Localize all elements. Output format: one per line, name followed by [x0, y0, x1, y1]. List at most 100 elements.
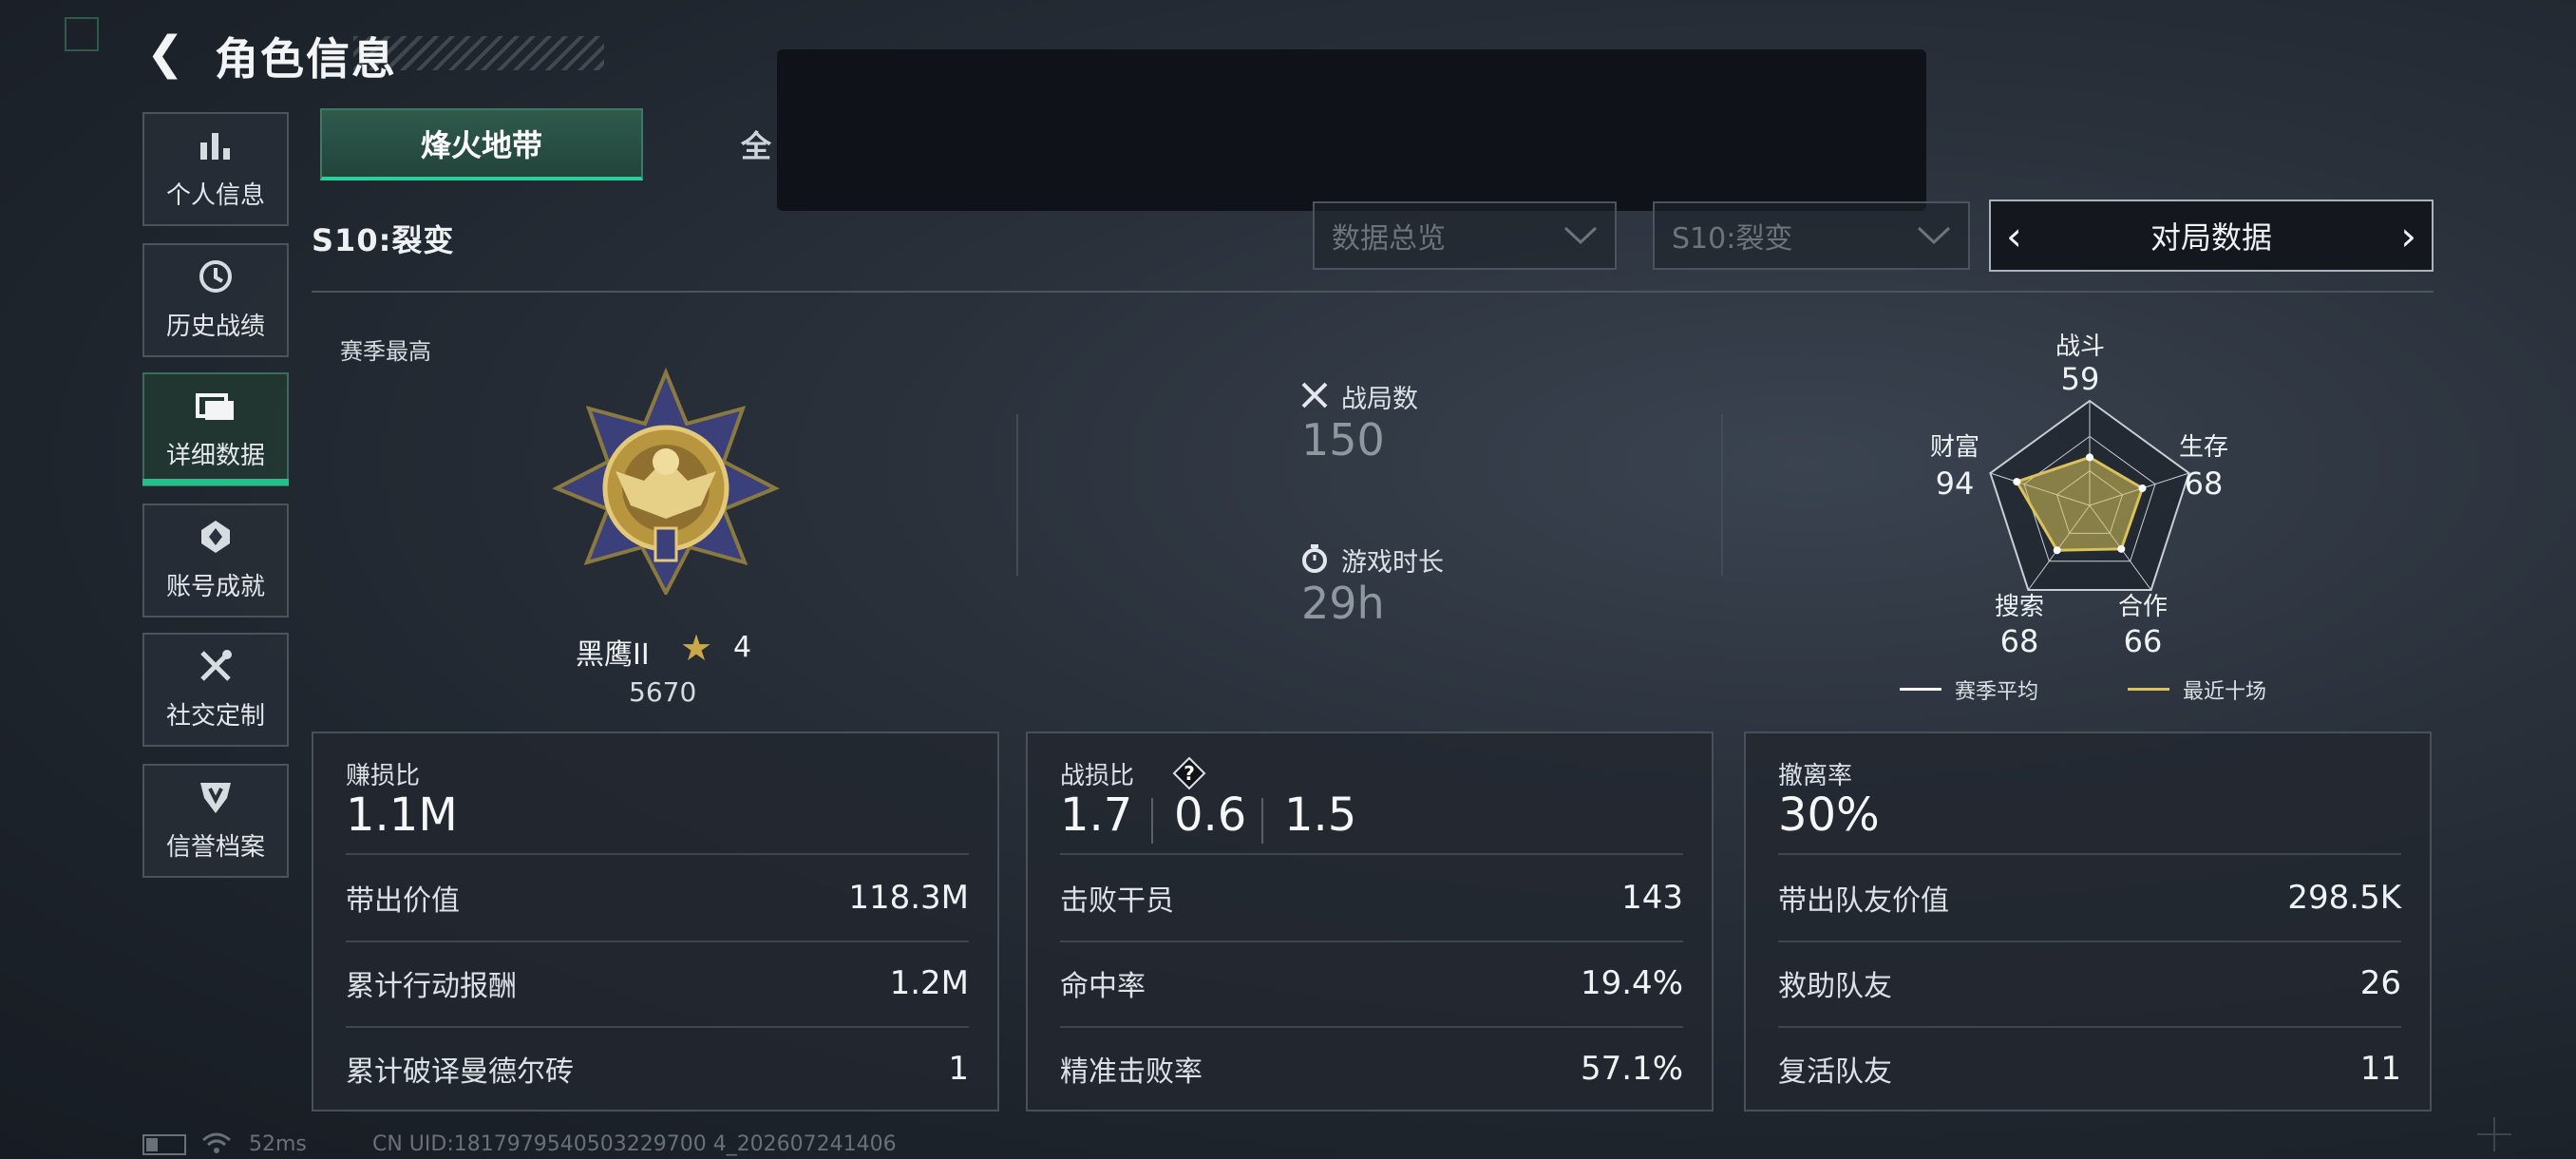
bar-chart-icon — [195, 128, 237, 162]
mode-selector[interactable]: ‹ 对局数据 › — [1989, 200, 2434, 272]
playtime-value: 29h — [1301, 578, 1385, 629]
season-best-label: 赛季最高 — [340, 338, 431, 365]
data-type-dropdown[interactable]: 数据总览 — [1313, 201, 1617, 270]
chevron-right-icon[interactable]: › — [2400, 213, 2416, 259]
sidebar-item-achievements[interactable]: 账号成就 — [142, 504, 289, 618]
chevron-left-icon[interactable]: ‹ — [2006, 213, 2022, 259]
tab-label: 烽火地带 — [420, 127, 542, 163]
radar-value-survival: 68 — [2184, 466, 2224, 502]
sidebar-item-label: 账号成就 — [165, 572, 265, 601]
player-uid: CN UID:1817979540503229700 4_20260724140… — [372, 1132, 897, 1156]
sidebar-item-credit[interactable]: 信誉档案 — [142, 764, 289, 878]
sidebar-item-label: 详细数据 — [165, 441, 265, 470]
row-label: 精准击败率 — [1060, 1055, 1203, 1089]
card-row: 累计行动报酬 1.2M — [346, 940, 969, 1026]
shield-icon — [195, 780, 237, 814]
radar-label-cooperation: 合作 — [2117, 593, 2168, 621]
dropdown-value: S10:裂变 — [1672, 222, 1793, 256]
radar-value-search: 68 — [1999, 623, 2039, 659]
radar-point — [2053, 546, 2061, 555]
rank-name: 黑鹰II — [576, 638, 650, 672]
row-value: 19.4% — [1580, 964, 1683, 1002]
row-value: 1.2M — [889, 964, 969, 1002]
profit-card: 赚损比 1.1M 带出价值 118.3M 累计行动报酬 1.2M 累计破译曼德尔砖 1 — [312, 732, 999, 1112]
redaction-overlay — [777, 49, 1926, 211]
tab-warzone[interactable]: 烽火地带 — [320, 108, 643, 180]
row-value: 1 — [948, 1050, 969, 1088]
legend-swatch-season-avg — [1900, 688, 1941, 691]
header-stripes — [353, 36, 604, 70]
card-title: 战损比 — [1060, 762, 1135, 790]
sidebar-item-personal-info[interactable]: 个人信息 — [142, 112, 289, 226]
card-row: 带出价值 118.3M — [346, 855, 969, 940]
card-row: 精准击败率 57.1% — [1060, 1026, 1683, 1112]
sidebar-item-label: 个人信息 — [165, 180, 265, 210]
row-label: 带出队友价值 — [1778, 884, 1949, 918]
radar-label-wealth: 财富 — [1929, 433, 1979, 462]
card-row: 带出队友价值 298.5K — [1778, 855, 2401, 940]
card-main-value: 30% — [1778, 788, 1880, 842]
row-value: 26 — [2359, 964, 2401, 1002]
season-label: S10:裂变 — [312, 222, 455, 258]
separator — [1261, 798, 1263, 844]
radar-value-combat: 59 — [2060, 361, 2100, 397]
clock-icon — [195, 259, 237, 294]
row-value: 298.5K — [2287, 879, 2401, 917]
row-label: 救助队友 — [1778, 970, 1892, 1003]
season-dropdown[interactable]: S10:裂变 — [1653, 201, 1970, 270]
help-icon[interactable]: ? — [1172, 756, 1206, 790]
row-label: 带出价值 — [346, 884, 460, 918]
row-value: 57.1% — [1580, 1050, 1683, 1088]
row-label: 累计行动报酬 — [346, 970, 517, 1003]
sidebar-item-label: 社交定制 — [165, 701, 265, 731]
row-value: 143 — [1621, 879, 1683, 917]
legend-swatch-recent — [2128, 688, 2169, 691]
radar-label-search: 搜索 — [1994, 593, 2044, 621]
row-divider — [346, 853, 969, 855]
rank-stars: 4 — [733, 631, 752, 664]
crosshair-icon — [2477, 1117, 2511, 1151]
svg-text:?: ? — [1184, 762, 1195, 785]
achievement-icon — [195, 520, 237, 554]
card-row: 救助队友 26 — [1778, 940, 2401, 1026]
radar-point — [2117, 544, 2126, 553]
row-value: 118.3M — [848, 879, 969, 917]
wifi-icon — [202, 1132, 231, 1153]
sidebar-item-detailed-data[interactable]: 详细数据 — [142, 372, 289, 486]
kd-value-3: 1.5 — [1284, 788, 1357, 842]
sidebar-item-label: 信誉档案 — [165, 832, 265, 862]
sidebar-item-history[interactable]: 历史战绩 — [142, 243, 289, 357]
active-indicator — [142, 479, 289, 485]
legend-label: 最近十场 — [2183, 680, 2267, 704]
row-label: 累计破译曼德尔砖 — [346, 1055, 574, 1089]
card-row: 命中率 19.4% — [1060, 940, 1683, 1026]
crossed-swords-icon — [1301, 382, 1328, 408]
radar-label-survival: 生存 — [2178, 433, 2228, 462]
tools-icon — [195, 649, 237, 683]
tab-all[interactable]: 全 — [646, 108, 798, 180]
chevron-down-icon — [1563, 226, 1598, 245]
card-row: 复活队友 11 — [1778, 1026, 2401, 1112]
radar-point — [2013, 478, 2021, 486]
stopwatch-icon — [1302, 544, 1327, 573]
card-row: 累计破译曼德尔砖 1 — [346, 1026, 969, 1112]
separator — [1151, 798, 1153, 844]
extraction-card: 撤离率 30% 带出队友价值 298.5K 救助队友 26 复活队友 11 — [1744, 732, 2432, 1112]
card-main-value: 1.1M — [346, 788, 458, 842]
playtime-label: 游戏时长 — [1341, 548, 1444, 578]
row-label: 命中率 — [1060, 970, 1146, 1003]
card-title: 撤离率 — [1778, 762, 1853, 790]
divider — [1721, 414, 1723, 576]
sidebar-item-social[interactable]: 社交定制 — [142, 633, 289, 747]
row-label: 复活队友 — [1778, 1055, 1892, 1089]
card-row: 击败干员 143 — [1060, 855, 1683, 940]
divider — [1016, 414, 1018, 576]
kd-card: 战损比 ? 1.7 0.6 1.5 击败干员 143 命中率 19.4% 精准击败率… — [1026, 732, 1714, 1112]
back-arrow-icon[interactable]: ❮ — [144, 27, 186, 80]
battles-label: 战局数 — [1341, 385, 1418, 414]
rank-medal-icon — [552, 367, 780, 595]
mode-selector-value: 对局数据 — [2150, 219, 2272, 256]
rank-score: 5670 — [629, 676, 697, 708]
ping-value: 52ms — [249, 1132, 307, 1156]
chevron-down-icon — [1917, 226, 1951, 245]
